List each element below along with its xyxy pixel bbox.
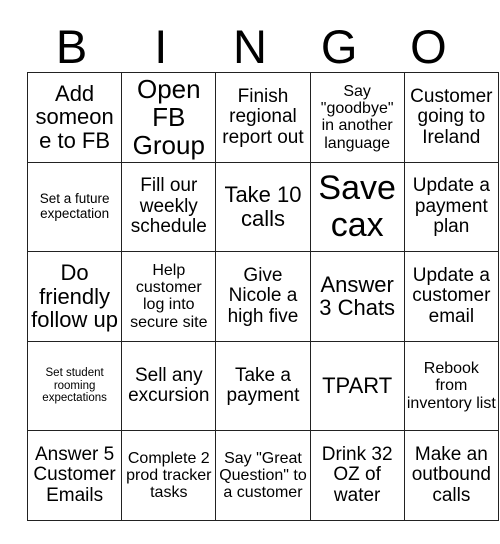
bingo-cell[interactable]: Do friendly follow up	[26, 251, 123, 342]
bingo-cell[interactable]: Set student rooming expectations	[26, 340, 123, 432]
bingo-card: B I N G O Add someone to FB Open FB Grou…	[0, 0, 500, 544]
bingo-cell[interactable]: Finish regional report out	[215, 72, 311, 163]
bingo-row: Add someone to FB Open FB Group Finish r…	[26, 72, 499, 163]
bingo-row: Set a future expectation Fill our weekly…	[26, 161, 499, 253]
bingo-header-letter-g: G	[320, 20, 358, 73]
bingo-cell[interactable]: Take a payment	[215, 340, 311, 432]
bingo-cell[interactable]: Make an outbound calls	[403, 430, 499, 521]
bingo-cell[interactable]: Help customer log into secure site	[121, 251, 217, 342]
bingo-row: Do friendly follow up Help customer log …	[26, 251, 499, 342]
bingo-row: Set student rooming expectations Sell an…	[26, 340, 499, 432]
bingo-cell[interactable]: Answer 5 Customer Emails	[26, 430, 123, 521]
bingo-cell[interactable]: Say "Great Question" to a customer	[215, 430, 311, 521]
bingo-cell[interactable]: TPART	[309, 340, 405, 432]
bingo-cell[interactable]: Fill our weekly schedule	[121, 161, 217, 253]
bingo-cell[interactable]: Drink 32 OZ of water	[309, 430, 405, 521]
bingo-cell[interactable]: Sell any excursion	[121, 340, 217, 432]
bingo-header-letter-o: O	[410, 20, 447, 73]
bingo-cell[interactable]: Add someone to FB	[26, 72, 123, 163]
bingo-header-letter-i: I	[154, 20, 168, 73]
bingo-cell[interactable]: Save cax	[309, 161, 405, 253]
bingo-cell[interactable]: Set a future expectation	[26, 161, 123, 253]
bingo-cell[interactable]: Customer going to Ireland	[403, 72, 499, 163]
bingo-cell[interactable]: Open FB Group	[121, 72, 217, 163]
bingo-cell[interactable]: Take 10 calls	[215, 161, 311, 253]
bingo-cell[interactable]: Give Nicole a high five	[215, 251, 311, 342]
bingo-cell[interactable]: Answer 3 Chats	[309, 251, 405, 342]
bingo-cell[interactable]: Update a payment plan	[403, 161, 499, 253]
bingo-cell[interactable]: Say "goodbye" in another language	[309, 72, 405, 163]
bingo-cell[interactable]: Update a customer email	[403, 251, 499, 342]
bingo-cell[interactable]: Rebook from inventory list	[403, 340, 499, 432]
bingo-header: B I N G O	[27, 12, 473, 72]
bingo-cell[interactable]: Complete 2 prod tracker tasks	[121, 430, 217, 521]
bingo-row: Answer 5 Customer Emails Complete 2 prod…	[26, 430, 499, 521]
bingo-header-letter-b: B	[55, 20, 88, 73]
bingo-header-letter-n: N	[233, 20, 267, 73]
bingo-grid: Add someone to FB Open FB Group Finish r…	[26, 72, 499, 521]
